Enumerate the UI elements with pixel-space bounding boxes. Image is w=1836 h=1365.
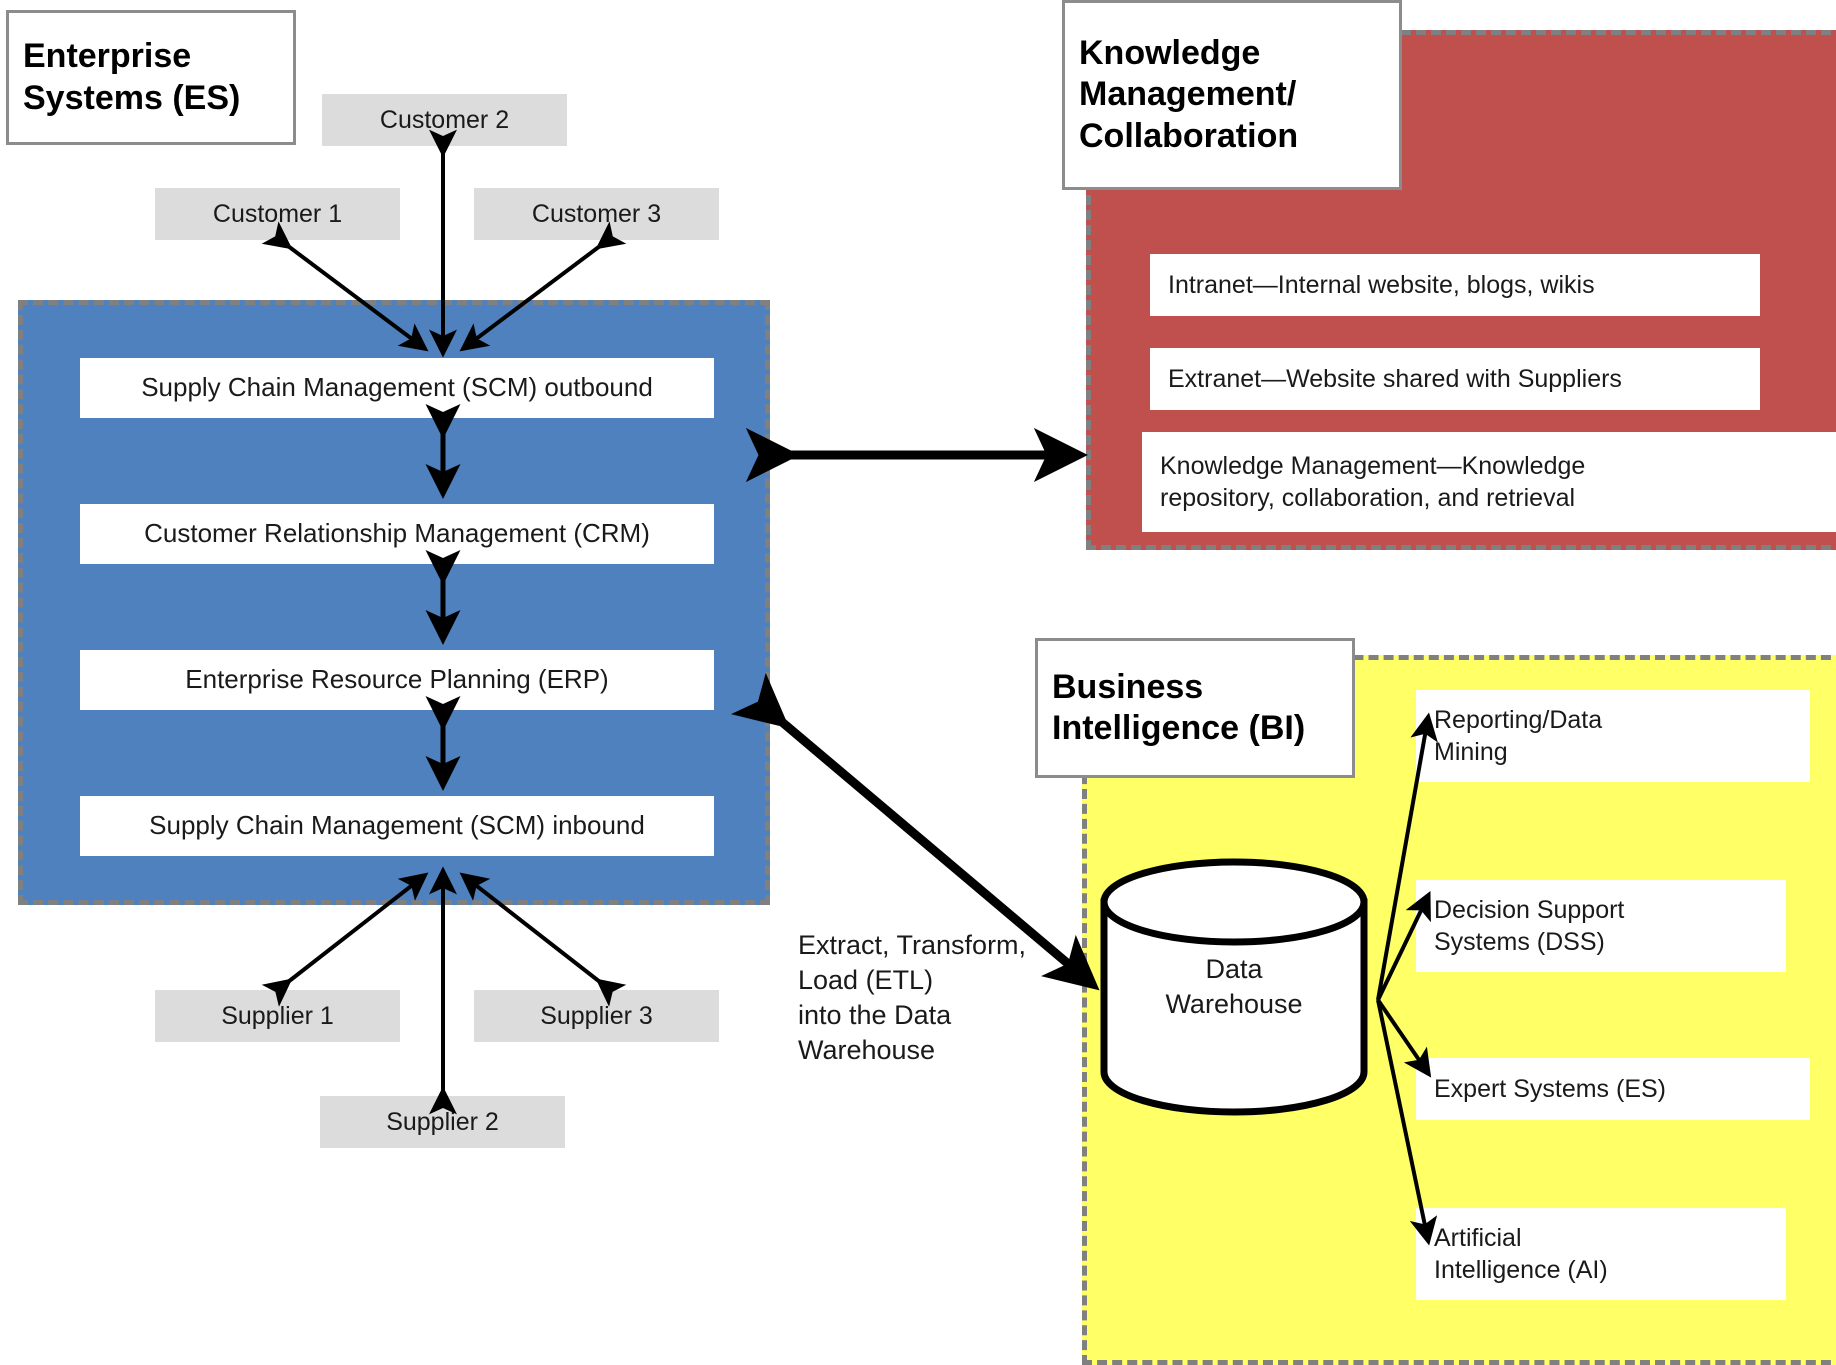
km-card-knowledge-management: Knowledge Management—Knowledge repositor… (1142, 432, 1836, 532)
data-warehouse-cylinder (1098, 858, 1370, 1116)
entity-customer-1-label: Customer 1 (212, 199, 343, 228)
es-card-crm: Customer Relationship Management (CRM) (80, 504, 714, 564)
bi-card-decision-support-systems: Decision Support Systems (DSS) (1416, 880, 1786, 972)
km-card-intranet: Intranet—Internal website, blogs, wikis (1150, 254, 1760, 316)
bi-card-artificial-intelligence-label: Artificial Intelligence (AI) (1434, 1223, 1608, 1285)
es-card-erp: Enterprise Resource Planning (ERP) (80, 650, 714, 710)
entity-customer-3-label: Customer 3 (531, 199, 662, 228)
entity-supplier-2-label: Supplier 2 (386, 1107, 499, 1136)
entity-supplier-2: Supplier 2 (320, 1096, 565, 1148)
entity-supplier-1: Supplier 1 (155, 990, 400, 1042)
bi-card-reporting-data-mining-label: Reporting/Data Mining (1434, 705, 1603, 767)
etl-label: Extract, Transform, Load (ETL) into the … (798, 930, 1027, 1066)
entity-supplier-1-label: Supplier 1 (221, 1001, 334, 1030)
es-title-line-1: Enterprise (23, 37, 192, 76)
km-card-extranet: Extranet—Website shared with Suppliers (1150, 348, 1760, 410)
knowledge-management-title: Knowledge Management/ Collaboration (1062, 0, 1402, 190)
es-card-scm-outbound-label: Supply Chain Management (SCM) outbound (141, 372, 653, 403)
entity-customer-3: Customer 3 (474, 188, 719, 240)
km-title-line-1: Knowledge (1079, 33, 1261, 72)
bi-card-artificial-intelligence: Artificial Intelligence (AI) (1416, 1208, 1786, 1300)
bi-card-expert-systems-label: Expert Systems (ES) (1434, 1074, 1666, 1103)
business-intelligence-title: Business Intelligence (BI) (1035, 638, 1355, 778)
entity-customer-1: Customer 1 (155, 188, 400, 240)
entity-customer-2-label: Customer 2 (379, 105, 510, 134)
km-card-knowledge-management-label: Knowledge Management—Knowledge repositor… (1160, 451, 1586, 513)
es-card-scm-inbound: Supply Chain Management (SCM) inbound (80, 796, 714, 856)
entity-supplier-3-label: Supplier 3 (540, 1001, 653, 1030)
bi-card-expert-systems: Expert Systems (ES) (1416, 1058, 1810, 1120)
km-card-intranet-label: Intranet—Internal website, blogs, wikis (1168, 270, 1595, 299)
bi-title-line-2: Intelligence (BI) (1052, 709, 1306, 747)
enterprise-systems-title: Enterprise Systems (ES) (6, 10, 296, 145)
km-title-line-2: Management/ (1079, 75, 1297, 114)
entity-customer-2: Customer 2 (322, 94, 567, 146)
es-card-scm-inbound-label: Supply Chain Management (SCM) inbound (149, 810, 645, 841)
bi-card-reporting-data-mining: Reporting/Data Mining (1416, 690, 1810, 782)
es-card-crm-label: Customer Relationship Management (CRM) (144, 518, 650, 549)
bi-card-decision-support-systems-label: Decision Support Systems (DSS) (1434, 895, 1625, 957)
es-card-scm-outbound: Supply Chain Management (SCM) outbound (80, 358, 714, 418)
km-card-extranet-label: Extranet—Website shared with Suppliers (1168, 364, 1622, 393)
es-card-erp-label: Enterprise Resource Planning (ERP) (185, 664, 609, 695)
diagram-canvas: Enterprise Systems (ES) Supply Chain Man… (0, 0, 1836, 1365)
es-title-line-2: Systems (ES) (23, 78, 241, 117)
bi-title-line-1: Business (1052, 667, 1204, 706)
entity-supplier-3: Supplier 3 (474, 990, 719, 1042)
km-title-line-3: Collaboration (1079, 116, 1299, 155)
